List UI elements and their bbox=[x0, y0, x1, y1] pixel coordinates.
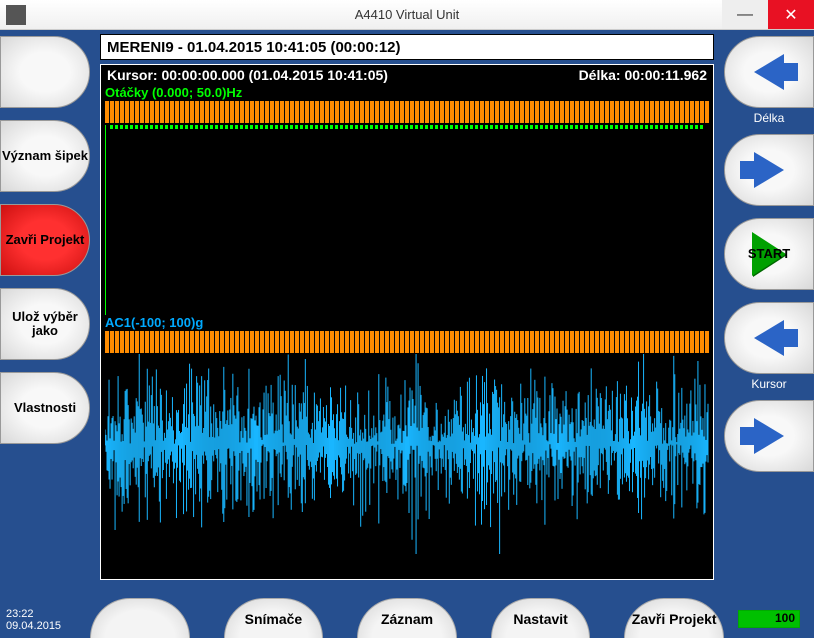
cursor-readout: Kursor: 00:00:00.000 (01.04.2015 10:41:0… bbox=[107, 67, 388, 83]
clock-time: 23:22 bbox=[6, 608, 61, 620]
series1-label: Otáčky (0.000; 50.0)Hz bbox=[101, 85, 713, 100]
right-btn-length-prev[interactable]: Délka bbox=[724, 36, 814, 108]
left-btn-1[interactable] bbox=[0, 36, 90, 108]
left-btn-arrows-meaning[interactable]: Význam šipek bbox=[0, 120, 90, 192]
left-btn-save-selection-as[interactable]: Ulož výběr jako bbox=[0, 288, 90, 360]
record-header: MERENI9 - 01.04.2015 10:41:05 (00:00:12) bbox=[100, 34, 714, 60]
clock-date: 09.04.2015 bbox=[6, 620, 61, 632]
start-label: START bbox=[748, 247, 790, 261]
signal-display: Kursor: 00:00:00.000 (01.04.2015 10:41:0… bbox=[100, 64, 714, 580]
right-btn-cursor-next[interactable] bbox=[724, 400, 814, 472]
series2-wave bbox=[105, 354, 709, 554]
length-readout: Délka: 00:00:11.962 bbox=[579, 67, 707, 83]
series1-plot[interactable] bbox=[105, 125, 709, 315]
left-sidebuttons: Význam šipek Zavři Projekt Ulož výběr ja… bbox=[0, 30, 100, 580]
right-btn-length-next[interactable] bbox=[724, 134, 814, 206]
series2-plot[interactable] bbox=[105, 354, 709, 554]
app-body: MERENI9 - 01.04.2015 10:41:05 (00:00:12)… bbox=[0, 30, 814, 638]
bottom-bar: 23:22 09.04.2015 Snímače Záznam Nastavit… bbox=[0, 580, 814, 638]
series2-scale bbox=[105, 331, 709, 353]
right-btn-start[interactable]: START bbox=[724, 218, 814, 290]
series1-trace bbox=[110, 125, 705, 129]
minimize-button[interactable]: — bbox=[722, 0, 768, 29]
clock: 23:22 09.04.2015 bbox=[6, 608, 61, 632]
tab-record[interactable]: Záznam bbox=[357, 598, 457, 638]
arrow-left-icon bbox=[754, 54, 784, 90]
app-icon bbox=[6, 5, 26, 25]
window-titlebar: A4410 Virtual Unit — ✕ bbox=[0, 0, 814, 30]
bottom-tabs: Snímače Záznam Nastavit Zavři Projekt bbox=[90, 586, 724, 638]
right-btn-cursor-prev[interactable]: Kursor bbox=[724, 302, 814, 374]
window-title: A4410 Virtual Unit bbox=[355, 7, 460, 22]
tab-sensors[interactable]: Snímače bbox=[224, 598, 324, 638]
tab-close-project[interactable]: Zavři Projekt bbox=[624, 598, 724, 638]
info-row: Kursor: 00:00:00.000 (01.04.2015 10:41:0… bbox=[101, 65, 713, 85]
series1-scale bbox=[105, 101, 709, 123]
series2-label: AC1(-100; 100)g bbox=[101, 315, 713, 330]
window-buttons: — ✕ bbox=[722, 0, 814, 29]
arrow-right-icon bbox=[754, 152, 784, 188]
tab-1[interactable] bbox=[90, 598, 190, 638]
right-sidebuttons: Délka START Kursor bbox=[714, 30, 814, 580]
battery-indicator: 100 bbox=[738, 610, 800, 628]
right-btn1-caption: Délka bbox=[725, 112, 813, 125]
left-btn-close-project[interactable]: Zavři Projekt bbox=[0, 204, 90, 276]
close-button[interactable]: ✕ bbox=[768, 0, 814, 29]
arrow-left-icon bbox=[754, 320, 784, 356]
right-btn4-caption: Kursor bbox=[725, 378, 813, 391]
tab-settings[interactable]: Nastavit bbox=[491, 598, 591, 638]
left-btn-properties[interactable]: Vlastnosti bbox=[0, 372, 90, 444]
arrow-right-icon bbox=[754, 418, 784, 454]
